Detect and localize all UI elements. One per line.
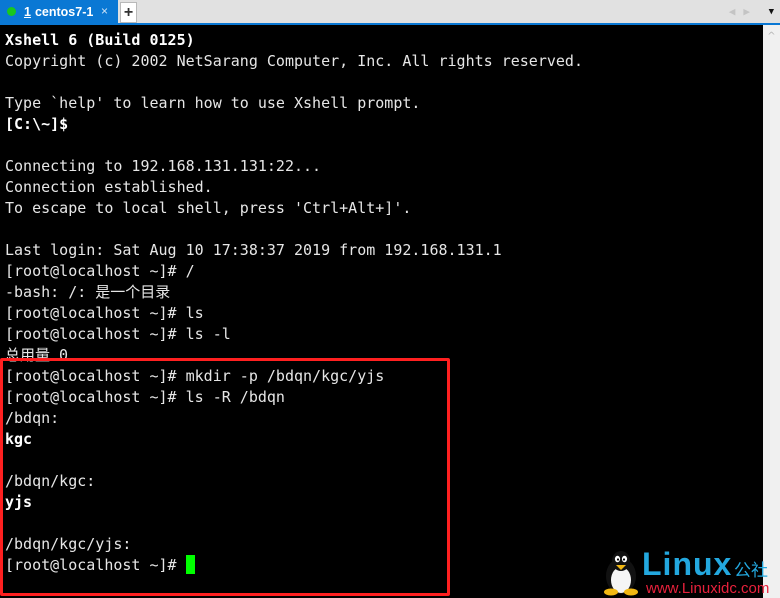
terminal-line: To escape to local shell, press 'Ctrl+Al…: [5, 199, 412, 217]
terminal-line: Xshell 6 (Build 0125): [5, 31, 195, 49]
close-tab-icon[interactable]: ×: [101, 4, 108, 18]
chevron-left-icon[interactable]: ◀: [729, 5, 736, 18]
terminal-line: [root@localhost ~]# ls -l: [5, 325, 231, 343]
watermark-logo: Linux 公社 www.Linuxidc.com: [598, 546, 770, 598]
terminal-line: [root@localhost ~]# ls: [5, 304, 204, 322]
scroll-up-icon[interactable]: ^: [763, 31, 780, 42]
shell-prompt: [root@localhost ~]#: [5, 556, 186, 574]
vertical-scrollbar[interactable]: ^: [763, 25, 780, 598]
tab-label: centos7-1: [34, 4, 94, 19]
terminal-line: [C:\~]$: [5, 115, 69, 133]
terminal-line: Connecting to 192.168.131.131:22...: [5, 157, 322, 175]
tab-navigation: ◀ ▶: [729, 5, 750, 18]
terminal-output[interactable]: Xshell 6 (Build 0125) Copyright (c) 2002 …: [0, 25, 763, 598]
terminal-line: Last login: Sat Aug 10 17:38:37 2019 fro…: [5, 241, 502, 259]
terminal-line: yjs: [5, 493, 33, 511]
terminal-line: Copyright (c) 2002 NetSarang Computer, I…: [5, 52, 583, 70]
terminal-line: -bash: /: 是一个目录: [5, 283, 171, 301]
new-tab-button[interactable]: +: [120, 2, 137, 23]
terminal-line: 总用量 0: [5, 346, 69, 364]
terminal-line: /bdqn/kgc:: [5, 472, 96, 490]
tab-number: 1: [24, 4, 31, 19]
tab-list-dropdown-icon[interactable]: ▼: [769, 7, 774, 17]
connection-status-icon: [7, 7, 16, 16]
terminal-line: Connection established.: [5, 178, 213, 196]
terminal-line: kgc: [5, 430, 33, 448]
chevron-right-icon[interactable]: ▶: [743, 5, 750, 18]
text-cursor: [185, 554, 195, 574]
terminal-line: Type `help' to learn how to use Xshell p…: [5, 94, 421, 112]
tab-bar: 1 centos7-1 × + ◀ ▶ ▼: [0, 0, 780, 25]
terminal-line: /bdqn:: [5, 409, 60, 427]
watermark-url: www.Linuxidc.com: [646, 580, 770, 597]
terminal-line: [root@localhost ~]# ls -R /bdqn: [5, 388, 285, 406]
terminal-line: [root@localhost ~]# /: [5, 262, 195, 280]
terminal-line: [root@localhost ~]# mkdir -p /bdqn/kgc/y…: [5, 367, 385, 385]
tux-penguin-icon: [604, 551, 638, 596]
watermark-brand-cn: 公社: [734, 561, 768, 581]
watermark-brand: Linux: [642, 546, 733, 582]
session-tab[interactable]: 1 centos7-1 ×: [0, 0, 118, 23]
